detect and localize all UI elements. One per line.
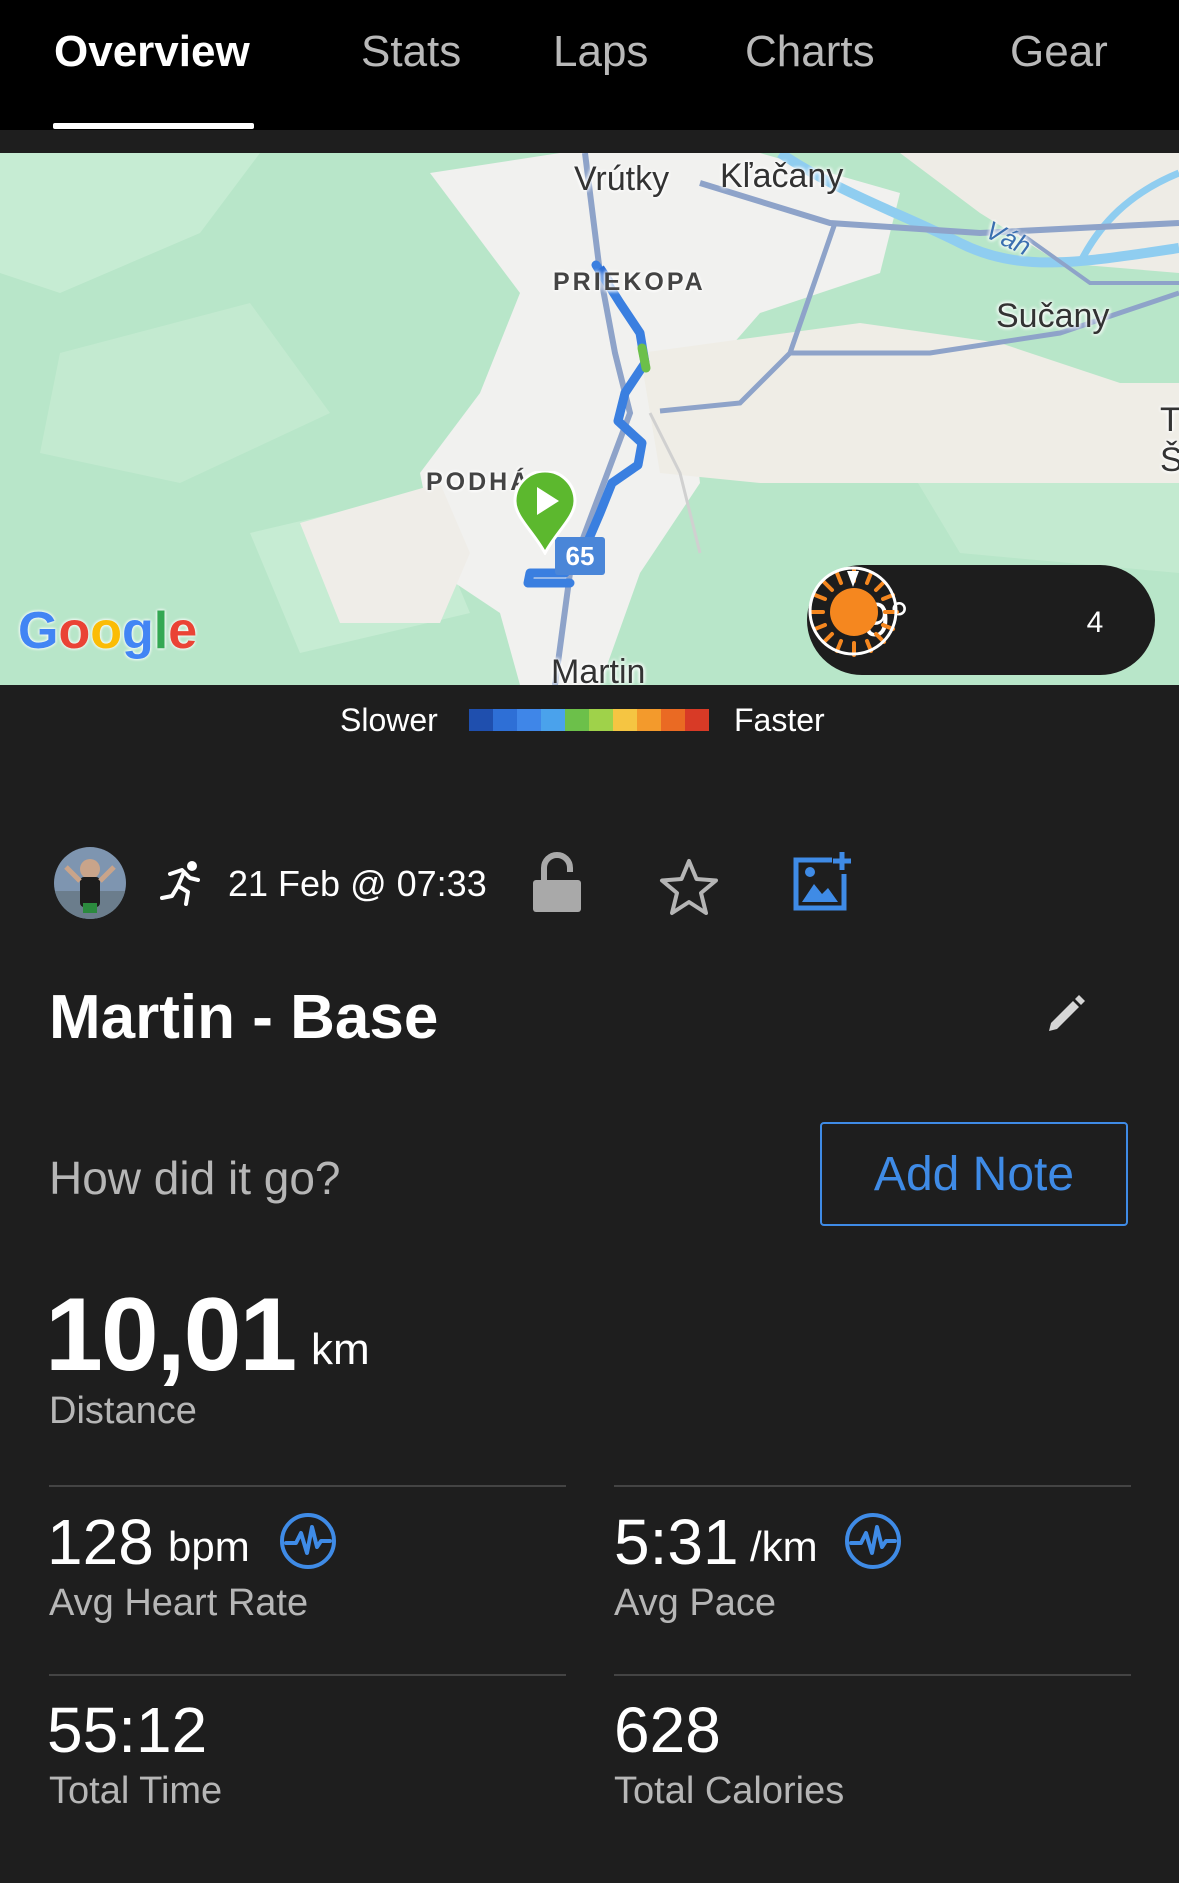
avg-pace-label: Avg Pace [614,1582,776,1624]
tab-stats[interactable]: Stats [361,24,461,80]
edit-pencil-icon[interactable] [1045,993,1087,1035]
pace-color-segment [541,709,565,731]
map-label-priekopa: PRIEKOPA [553,268,706,296]
tab-bar: Overview Stats Laps Charts Gear [0,0,1179,130]
distance-value: 10,01 [45,1277,297,1393]
add-note-button[interactable]: Add Note [820,1122,1128,1226]
running-icon [160,861,200,906]
legend-slower-label: Slower [340,702,438,738]
wind-direction-icon [808,566,898,656]
add-photo-icon[interactable] [792,850,854,914]
pace-color-segment [469,709,493,731]
active-tab-indicator [53,123,254,129]
tab-charts[interactable]: Charts [745,24,875,80]
divider [49,1485,566,1487]
divider [614,1674,1131,1676]
favorite-star-icon[interactable] [658,858,720,916]
avg-pace-value: 5:31 [614,1506,739,1578]
pace-color-segment [685,709,709,731]
avatar-image [54,847,126,919]
total-time-label: Total Time [49,1770,223,1812]
avg-heart-rate-value: 128 [47,1506,154,1578]
map-label-edge-s: Š [1160,441,1179,479]
activity-title: Martin - Base [49,983,439,1052]
legend-faster-label: Faster [734,702,825,738]
pace-color-segment [517,709,541,731]
tab-laps[interactable]: Laps [553,24,648,80]
pace-color-segment [493,709,517,731]
heart-rate-pulse-icon[interactable] [278,1511,338,1571]
pace-color-segment [589,709,613,731]
map-label-klacany: Kľačany [720,157,844,195]
note-prompt: How did it go? [49,1152,341,1204]
unlocked-privacy-icon[interactable] [530,852,584,914]
total-calories-label: Total Calories [614,1770,845,1812]
map-label-vrutky: Vrútky [574,160,670,198]
map-label-edge-t: T [1160,401,1179,439]
map-label-martin: Martin [551,653,646,685]
total-time-value: 55:12 [47,1694,208,1766]
weather-widget: -9° 4 [807,565,1155,675]
total-calories-value: 628 [614,1694,721,1766]
pace-color-segment [637,709,661,731]
divider [614,1485,1131,1487]
pace-color-scale [469,709,709,731]
pace-color-segment [565,709,589,731]
avg-heart-rate-unit: bpm [168,1523,250,1570]
google-logo: Google [18,602,198,660]
pace-pulse-icon[interactable] [843,1511,903,1571]
avatar[interactable] [54,847,126,919]
tab-overview[interactable]: Overview [54,24,250,80]
tab-gear[interactable]: Gear [1010,24,1108,80]
pace-color-segment [661,709,685,731]
map-label-sucany: Sučany [996,297,1110,335]
pace-color-segment [613,709,637,731]
start-marker-icon [513,471,577,555]
activity-date: 21 Feb @ 07:33 [228,863,487,904]
avg-heart-rate-label: Avg Heart Rate [49,1582,309,1624]
route-map[interactable]: Vrútky Kľačany PRIEKOPA Váh Sučany PODHÁ… [0,153,1179,685]
wind-speed: 4 [1086,606,1104,639]
divider [49,1674,566,1676]
distance-unit: km [311,1325,370,1374]
distance-label: Distance [49,1390,197,1432]
avg-pace-unit: /km [750,1523,818,1570]
